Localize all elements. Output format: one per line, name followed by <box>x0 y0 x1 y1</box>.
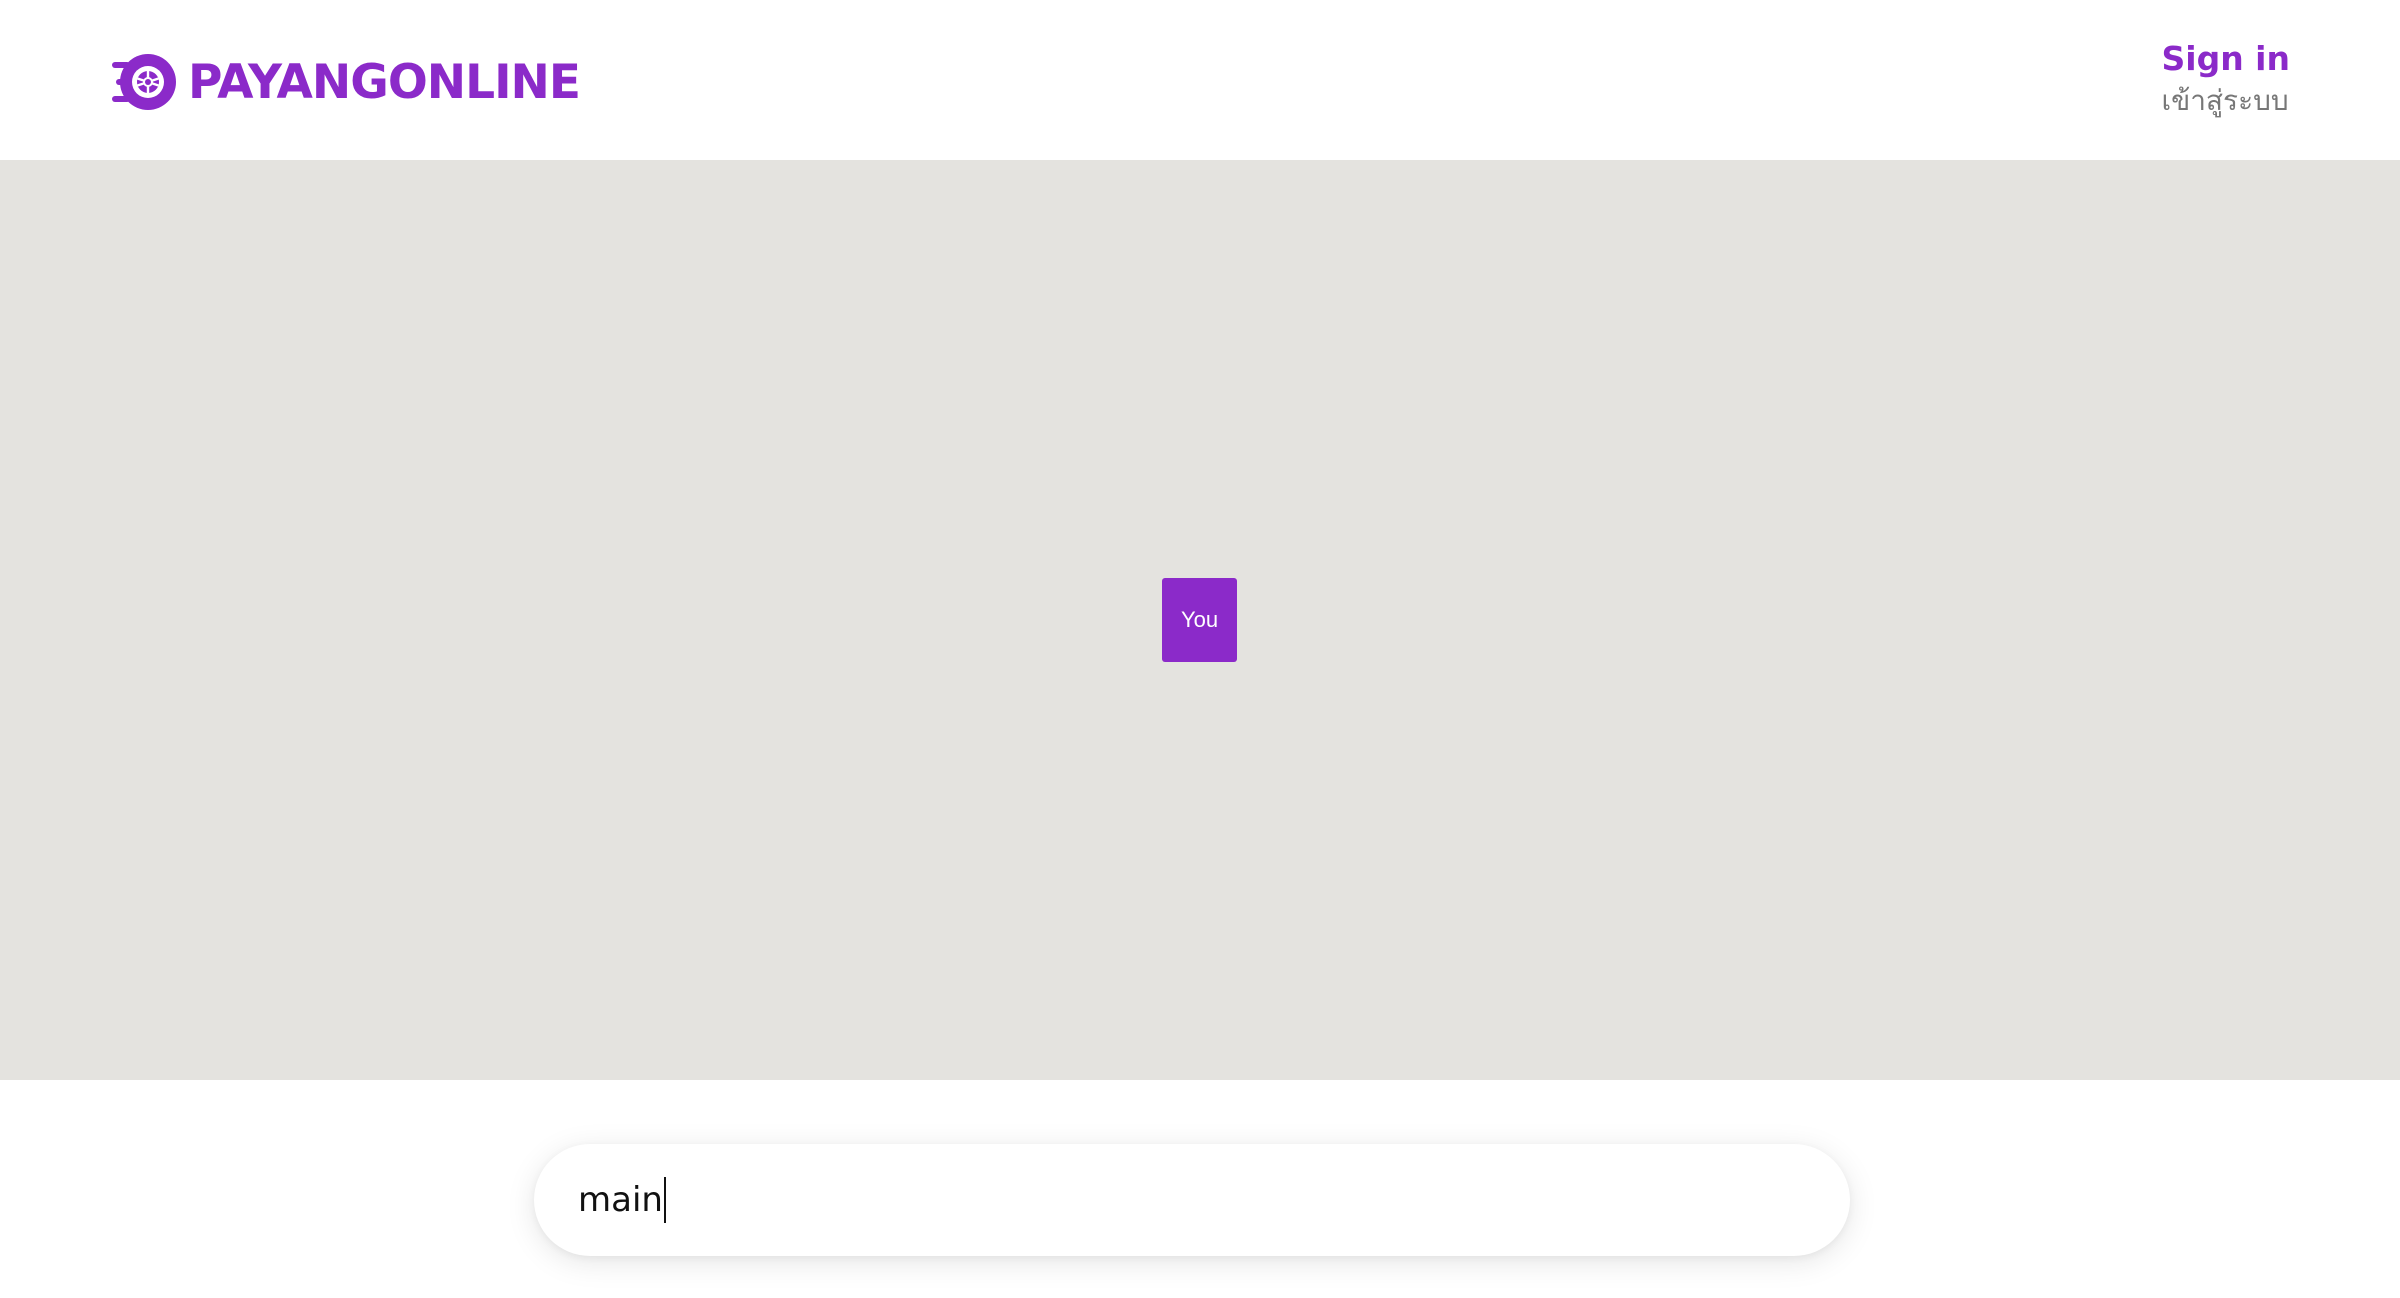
marker-label: You <box>1180 607 1219 632</box>
logo[interactable]: PAYANGONLINE <box>112 50 581 114</box>
tire-speed-icon <box>112 54 176 110</box>
current-location-marker[interactable]: You <box>1162 578 1237 662</box>
text-caret <box>663 1177 666 1223</box>
search-input[interactable]: main <box>534 1144 1850 1256</box>
header: PAYANGONLINE Sign in เข้าสู่ระบบ <box>0 0 2400 160</box>
logo-text: PAYANGONLINE <box>188 54 581 110</box>
sign-in-label-thai: เข้าสู่ระบบ <box>2161 84 2289 117</box>
sign-in-label: Sign in <box>2161 39 2291 78</box>
sign-in-link[interactable]: Sign in เข้าสู่ระบบ <box>2162 36 2291 120</box>
map-area[interactable]: You <box>0 160 2400 1080</box>
search-input-value: main <box>578 1180 663 1220</box>
